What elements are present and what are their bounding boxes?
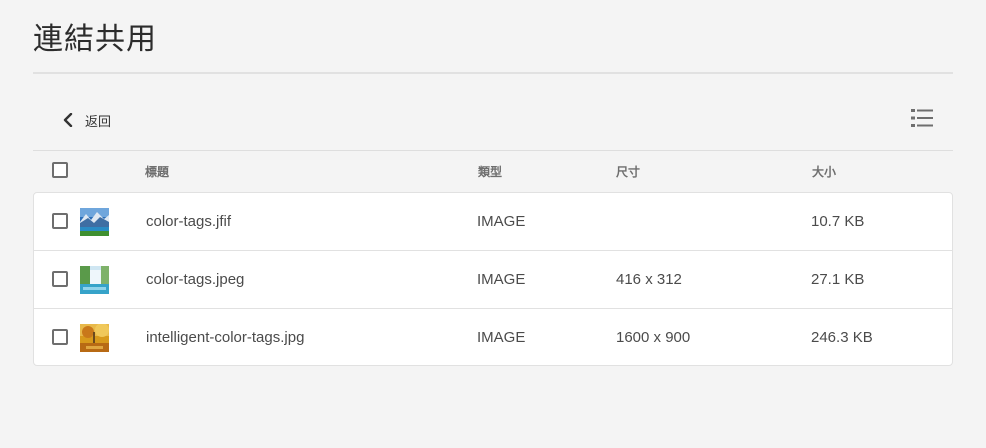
asset-type: IMAGE — [477, 213, 526, 230]
asset-table: color-tags.jfif IMAGE 10.7 KB color-tags… — [33, 192, 953, 366]
column-header-title[interactable]: 標題 — [145, 163, 169, 180]
asset-type: IMAGE — [477, 329, 526, 346]
asset-name[interactable]: color-tags.jfif — [146, 213, 231, 230]
asset-type: IMAGE — [477, 271, 526, 288]
table-row[interactable]: intelligent-color-tags.jpg IMAGE 1600 x … — [34, 309, 952, 367]
thumbnail-image — [80, 266, 109, 294]
thumbnail-image — [80, 208, 109, 236]
asset-name[interactable]: intelligent-color-tags.jpg — [146, 329, 304, 346]
toolbar: 返回 — [33, 96, 953, 146]
column-header-size[interactable]: 大小 — [812, 163, 836, 180]
page: 連結共用 返回 標題 類型 尺寸 大小 color-tags.jfif IMAG… — [0, 0, 986, 448]
page-title: 連結共用 — [33, 22, 157, 57]
asset-size: 246.3 KB — [811, 329, 873, 346]
column-header-type[interactable]: 類型 — [478, 163, 502, 180]
title-divider — [33, 72, 953, 74]
table-row[interactable]: color-tags.jfif IMAGE 10.7 KB — [34, 193, 952, 251]
asset-size: 10.7 KB — [811, 213, 865, 230]
column-header-dimensions[interactable]: 尺寸 — [616, 163, 640, 180]
asset-dimensions: 1600 x 900 — [616, 329, 691, 346]
asset-size: 27.1 KB — [811, 271, 865, 288]
back-button[interactable]: 返回 — [63, 106, 111, 134]
chevron-left-icon — [63, 113, 73, 127]
asset-name[interactable]: color-tags.jpeg — [146, 271, 244, 288]
row-checkbox[interactable] — [52, 329, 68, 345]
table-row[interactable]: color-tags.jpeg IMAGE 416 x 312 27.1 KB — [34, 251, 952, 309]
list-view-icon[interactable] — [911, 108, 935, 132]
row-checkbox[interactable] — [52, 271, 68, 287]
table-header: 標題 類型 尺寸 大小 — [33, 151, 953, 192]
asset-dimensions: 416 x 312 — [616, 271, 682, 288]
row-checkbox[interactable] — [52, 213, 68, 229]
back-label: 返回 — [85, 114, 112, 130]
thumbnail-image — [80, 324, 109, 352]
select-all-checkbox[interactable] — [52, 162, 68, 178]
